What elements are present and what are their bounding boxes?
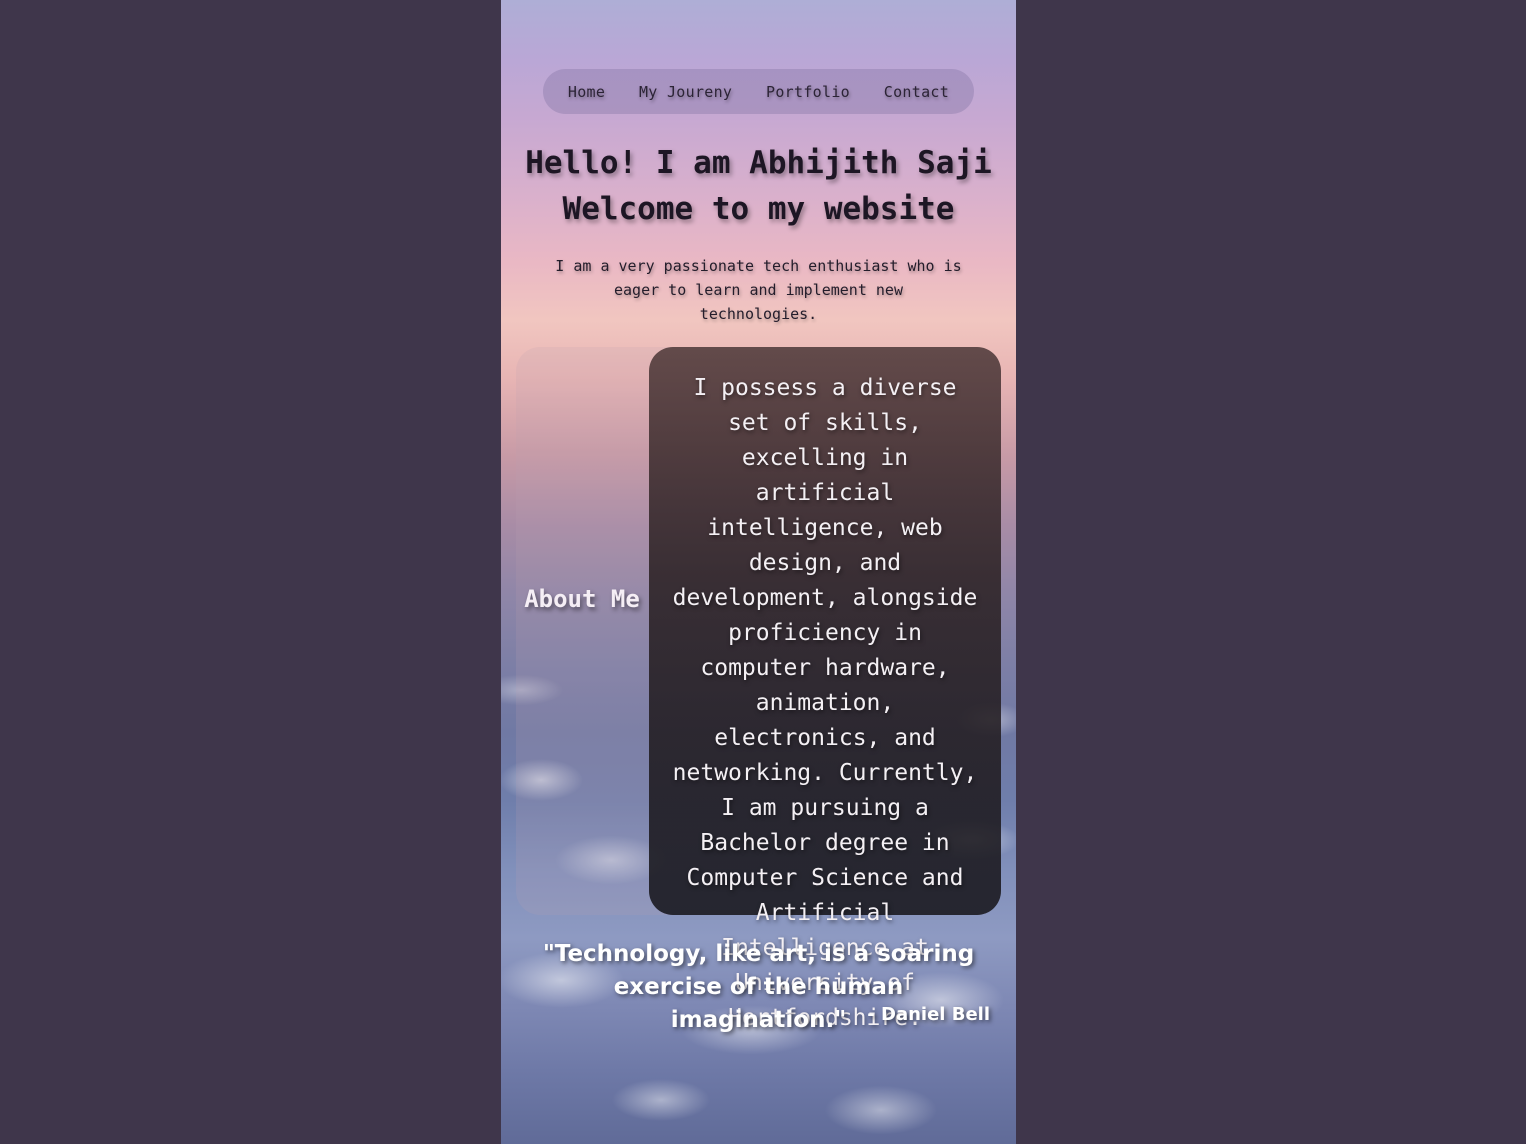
website-viewport: Home My Joureny Portfolio Contact Hello!… — [501, 0, 1016, 1144]
about-text-panel: I possess a diverse set of skills, excel… — [649, 347, 1001, 1031]
nav-portfolio-link[interactable]: Portfolio — [766, 83, 850, 101]
hero-title-line1: Hello! I am Abhijith Saji — [525, 145, 992, 181]
hero-title-line2: Welcome to my website — [562, 191, 955, 227]
quote-author: - Daniel Bell — [867, 1004, 990, 1025]
about-heading: About Me — [524, 585, 640, 613]
hero-title: Hello! I am Abhijith Saji Welcome to my … — [501, 140, 1016, 232]
nav-contact-link[interactable]: Contact — [884, 83, 949, 101]
nav-journey-link[interactable]: My Joureny — [639, 83, 732, 101]
navigation-bar: Home My Joureny Portfolio Contact — [543, 69, 974, 114]
hero-subtitle: I am a very passionate tech enthusiast w… — [555, 257, 962, 323]
nav-home-link[interactable]: Home — [568, 83, 605, 101]
about-section: About Me I possess a diverse set of skil… — [516, 347, 1001, 1031]
about-description: I possess a diverse set of skills, excel… — [672, 375, 978, 1031]
